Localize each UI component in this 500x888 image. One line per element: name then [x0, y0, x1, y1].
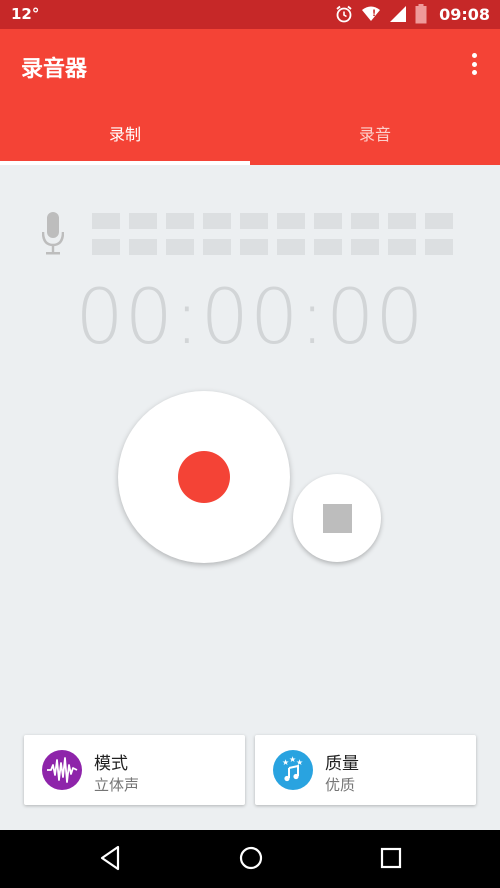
stop-square-icon [323, 504, 352, 533]
more-vert-icon[interactable] [464, 51, 484, 77]
tab-bar: 录制 录音 [0, 100, 500, 165]
record-dot-icon [178, 451, 230, 503]
recents-icon[interactable] [380, 844, 402, 876]
level-meter-row [92, 213, 453, 229]
quality-value: 优质 [325, 776, 356, 794]
tab-recordings[interactable]: 录音 [250, 100, 500, 165]
temperature-text: 12° [11, 5, 40, 23]
status-bar: 12° ! 09:08 [0, 0, 500, 29]
app-title: 录音器 [21, 57, 88, 82]
waveform-icon [42, 750, 82, 790]
signal-icon [389, 5, 407, 23]
level-meter-row [92, 239, 453, 255]
mode-card[interactable]: 模式 立体声 [24, 735, 245, 805]
tab-record[interactable]: 录制 [0, 100, 250, 165]
elapsed-timer: 00:00:00 [75, 272, 425, 361]
record-button[interactable] [118, 391, 290, 563]
quality-title: 质量 [325, 754, 359, 774]
clock-text: 09:08 [439, 4, 490, 24]
music-note-stars-icon: ★ ★ ★ [273, 750, 313, 790]
microphone-icon [41, 212, 65, 260]
quality-card[interactable]: ★ ★ ★ 质量 优质 [255, 735, 476, 805]
home-icon[interactable] [238, 844, 264, 876]
wifi-icon: ! [361, 5, 381, 23]
app-bar: 录音器 录制 录音 [0, 29, 500, 165]
back-icon[interactable] [98, 844, 122, 876]
alarm-icon [335, 5, 353, 23]
svg-text:!: ! [372, 9, 376, 19]
stop-button[interactable] [293, 474, 381, 562]
mode-title: 模式 [94, 754, 128, 774]
system-nav-bar [0, 830, 500, 888]
battery-icon [415, 4, 427, 24]
mode-value: 立体声 [94, 776, 140, 794]
level-meter [92, 213, 453, 265]
